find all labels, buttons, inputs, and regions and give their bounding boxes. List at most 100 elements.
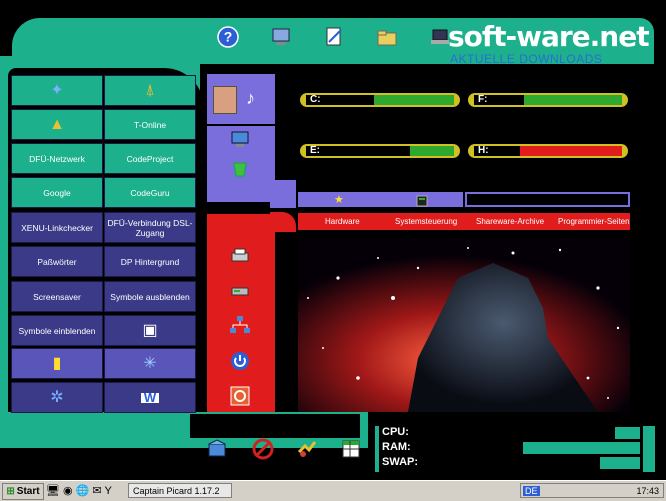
left-button[interactable]: Symbole einblenden (11, 315, 103, 346)
left-icon-button[interactable]: ✦ (11, 75, 103, 106)
shutdown-icon[interactable] (230, 386, 250, 411)
package-icon[interactable] (206, 438, 228, 465)
help-icon[interactable]: ? (215, 24, 241, 50)
left-button-label: XENU-Linkchecker (21, 222, 93, 233)
drive-label: C: (310, 94, 321, 105)
left-button[interactable]: XENU-Linkchecker (11, 212, 103, 243)
left-icon-button[interactable]: ▲ (11, 109, 103, 140)
star-icon[interactable]: ★ (334, 193, 344, 206)
start-label: Start (16, 486, 40, 497)
left-button[interactable]: Symbole ausblenden (104, 281, 196, 312)
nav-link[interactable]: Shareware-Archive (476, 217, 544, 226)
drive-label: H: (478, 145, 489, 156)
right-edge-gap (632, 85, 656, 403)
cpu-meter (615, 427, 640, 439)
taskbar-item-picard[interactable]: Captain Picard 1.17.2 (128, 483, 232, 498)
drive-meter[interactable]: F: (468, 93, 628, 107)
left-button[interactable]: DFÜ-Verbindung DSL-Zugang (104, 212, 196, 243)
svg-text:?: ? (224, 29, 233, 45)
left-button-label: DFÜ-Verbindung DSL-Zugang (107, 217, 193, 238)
stats-accent (375, 426, 379, 472)
starfleet-badge-icon: ⍋ (145, 81, 155, 99)
document-edit-icon[interactable] (321, 24, 347, 50)
status-box (465, 192, 630, 207)
left-button[interactable]: DP Hintergrund (104, 246, 196, 277)
stats-right-accent (643, 426, 655, 472)
left-button-label: CodeGuru (130, 187, 170, 198)
left-button-label: Symbole einblenden (18, 325, 96, 336)
music-note-icon[interactable]: ♪ (246, 88, 255, 109)
left-button[interactable]: Screensaver (11, 281, 103, 312)
drive-meter[interactable]: C: (300, 93, 460, 107)
tools-icon[interactable] (296, 438, 318, 465)
watermark-subtitle: AKTUELLE DOWNLOADS (450, 52, 603, 66)
ram-label: RAM: (382, 441, 411, 453)
left-button-label: DFÜ-Netzwerk (29, 153, 85, 164)
left-button-label: Google (43, 187, 71, 198)
start-button[interactable]: ⊞ Start (2, 483, 44, 500)
left-button[interactable]: Paßwörter (11, 246, 103, 277)
left-button-label: CodeProject (126, 153, 174, 164)
quicklaunch-icons[interactable]: 🖥 ◉ 🌐 ✉ Y (46, 484, 112, 497)
windows-logo-icon: ⊞ (6, 486, 15, 497)
drive-label: F: (478, 94, 488, 105)
drive-meter-fill (410, 146, 454, 156)
computer-icon[interactable] (268, 24, 294, 50)
ram-meter (523, 442, 640, 454)
watermark-title: soft-ware.net (448, 20, 650, 53)
left-icon-button[interactable]: W (104, 382, 196, 413)
recycle-bin-icon[interactable] (230, 158, 250, 183)
bottom-bar-inner (190, 414, 360, 438)
drive-meter-fill (524, 95, 622, 105)
left-icon-button[interactable]: ▣ (104, 315, 196, 346)
spreadsheet-icon[interactable] (340, 438, 362, 465)
left-button[interactable]: DFÜ-Netzwerk (11, 143, 103, 174)
system-tray: DE 17:43 (520, 483, 664, 498)
calc-icon[interactable] (416, 194, 428, 212)
left-button[interactable]: CodeProject (104, 143, 196, 174)
purple-connector (270, 180, 296, 208)
watermark-logo: soft-ware.net AKTUELLE DOWNLOADS (448, 20, 654, 68)
monitor-small-icon[interactable] (230, 130, 250, 153)
left-icon-button[interactable]: ⍋ (104, 75, 196, 106)
taskbar-item-label: Captain Picard 1.17.2 (133, 485, 220, 496)
intel-icon: ▮ (52, 354, 62, 372)
left-button[interactable]: CodeGuru (104, 177, 196, 208)
left-button-label: Screensaver (33, 291, 81, 302)
cpu-label: CPU: (382, 426, 409, 438)
left-button[interactable]: T-Online (104, 109, 196, 140)
red-panel (207, 214, 275, 412)
word-icon: W (140, 391, 160, 404)
printer-icon[interactable] (230, 246, 250, 269)
red-connector (270, 212, 296, 232)
nebula-image (298, 238, 630, 412)
language-indicator[interactable]: DE (523, 485, 540, 496)
cancel-icon[interactable] (252, 438, 274, 465)
network-icon[interactable] (229, 315, 251, 340)
left-button-label: Symbole ausblenden (110, 291, 190, 302)
left-button[interactable]: Google (11, 177, 103, 208)
left-icon-button[interactable]: ✲ (11, 382, 103, 413)
drive-meter-fill (520, 146, 622, 156)
nav-link[interactable]: Hardware (325, 217, 360, 226)
drive-label: E: (310, 145, 320, 156)
drive-meter-fill (374, 95, 454, 105)
captain-avatar[interactable] (213, 86, 237, 114)
drive-meter[interactable]: H: (468, 144, 628, 158)
swap-meter (600, 457, 640, 469)
swap-label: SWAP: (382, 456, 419, 468)
lilac-strip (298, 192, 463, 207)
folder-icon[interactable] (374, 24, 400, 50)
nav-link[interactable]: Systemsteuerung (395, 217, 457, 226)
drive-meter[interactable]: E: (300, 144, 460, 158)
monitor-icon: ▣ (142, 321, 158, 339)
left-icon-button[interactable]: ✳ (104, 348, 196, 379)
drive-icon[interactable] (230, 282, 250, 305)
power-icon[interactable] (230, 351, 250, 376)
left-icon-button[interactable]: ▮ (11, 348, 103, 379)
left-button-label: Paßwörter (37, 256, 77, 267)
clock: 17:43 (636, 485, 659, 496)
nav-link[interactable]: Programmier-Seiten (558, 217, 630, 226)
starburst-icon: ✳ (143, 354, 157, 372)
left-button-label: T-Online (133, 119, 167, 130)
